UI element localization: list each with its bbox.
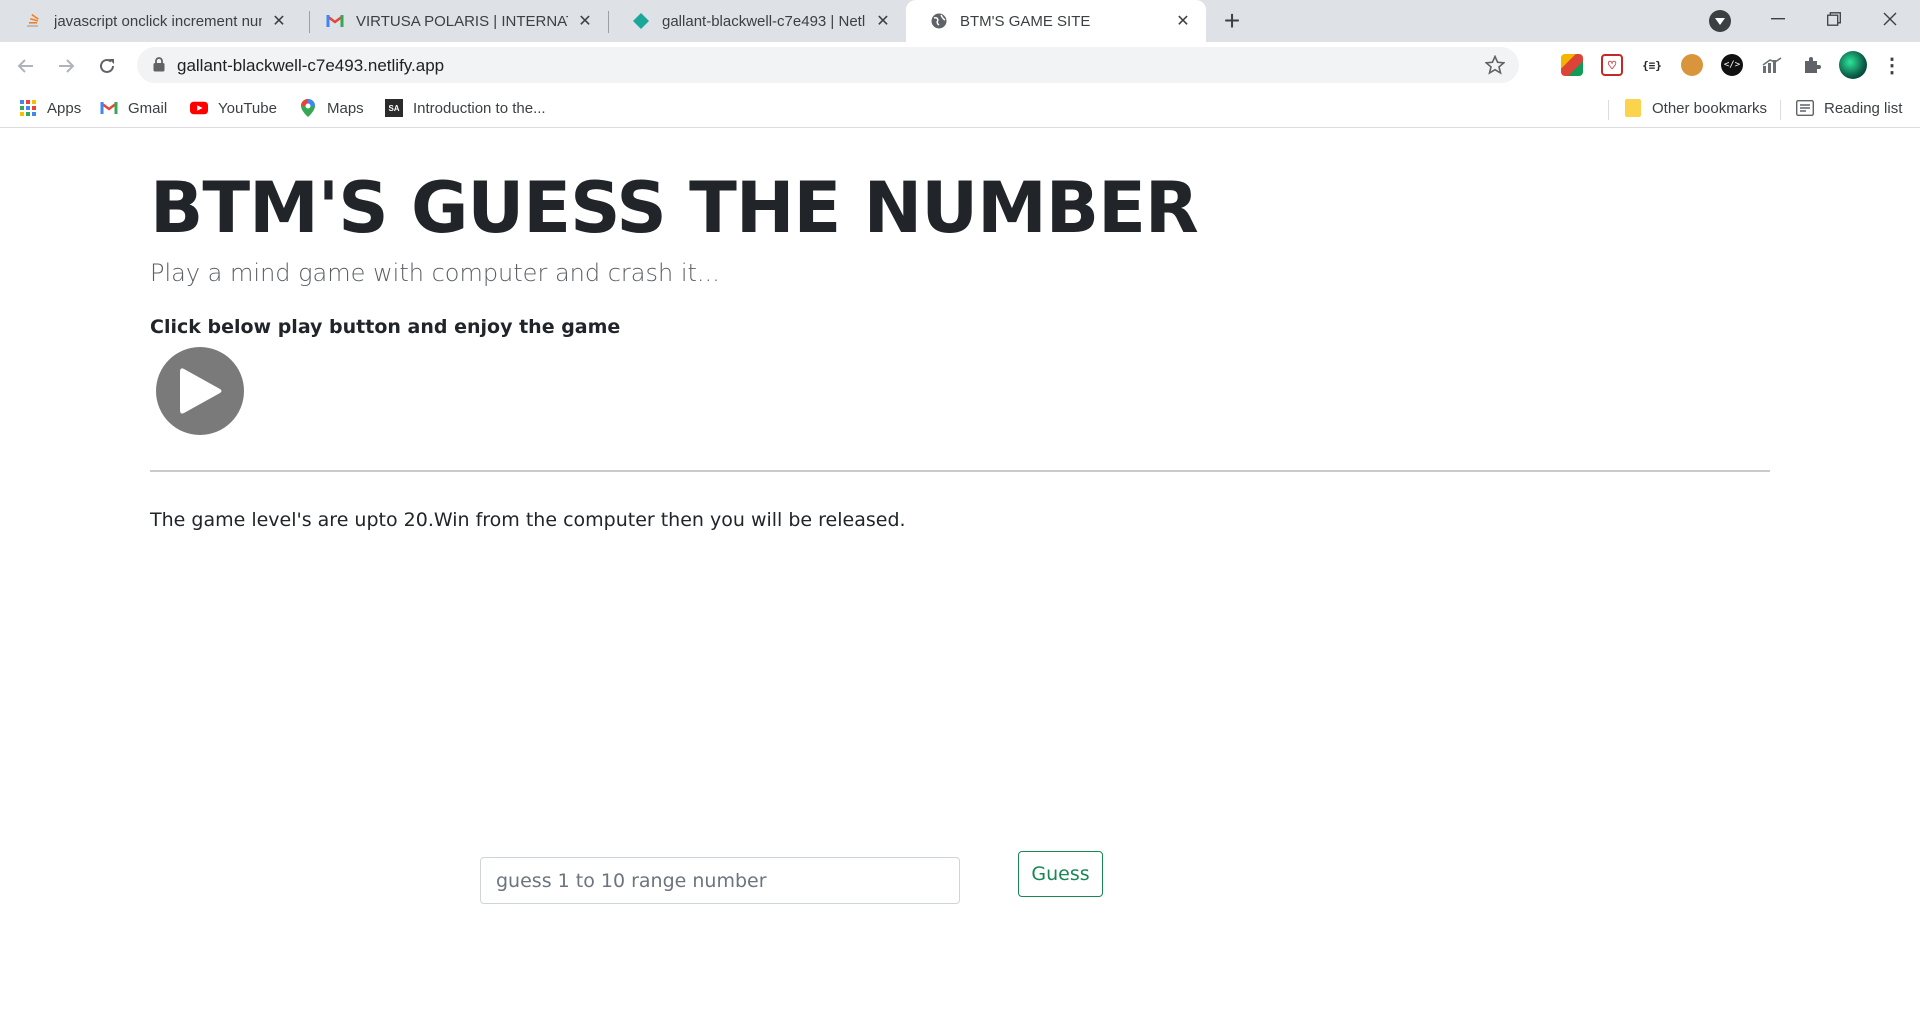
profile-avatar[interactable]: [1839, 51, 1867, 79]
close-icon[interactable]: ✕: [270, 12, 288, 30]
cookie-icon[interactable]: [1681, 54, 1703, 76]
sa-icon: SA: [385, 99, 403, 117]
gmail-icon: [326, 12, 344, 30]
divider: [150, 470, 1770, 472]
url-text: gallant-blackwell-c7e493.netlify.app: [177, 56, 445, 75]
bookmark-label: Gmail: [128, 99, 168, 117]
browser-toolbar: gallant-blackwell-c7e493.netlify.app ♡ {…: [0, 42, 1920, 88]
bookmark-gmail[interactable]: Gmail: [100, 96, 167, 120]
bookmark-label: Reading list: [1824, 99, 1903, 117]
bookmark-youtube[interactable]: YouTube: [190, 96, 277, 120]
extensions-puzzle-icon[interactable]: [1801, 54, 1823, 76]
close-icon[interactable]: ✕: [874, 12, 892, 30]
bookmark-maps[interactable]: Maps: [299, 96, 364, 120]
new-tab-button[interactable]: +: [1218, 7, 1246, 36]
tab-strip: javascript onclick increment num ✕ VIRTU…: [0, 0, 1920, 42]
guess-input[interactable]: [480, 857, 960, 904]
stackoverflow-icon: [24, 12, 42, 30]
gmail-icon: [100, 99, 118, 117]
star-icon[interactable]: [1484, 54, 1506, 80]
tab-title: javascript onclick increment num: [54, 12, 262, 30]
tab-search-button[interactable]: [1709, 10, 1731, 32]
minimize-icon: [1771, 18, 1785, 20]
bookmarks-bar: Apps Gmail YouTube Maps SA Introduction …: [0, 88, 1920, 128]
bookmark-label: YouTube: [218, 99, 277, 117]
play-button[interactable]: [156, 347, 244, 435]
bookmark-apps[interactable]: Apps: [19, 96, 81, 120]
arrow-right-icon: [59, 59, 75, 73]
bookmark-label: Introduction to the...: [413, 99, 546, 117]
reading-list-button[interactable]: Reading list: [1796, 96, 1902, 120]
code-icon[interactable]: </>: [1721, 54, 1743, 76]
more-menu-icon[interactable]: ⋮: [1881, 54, 1903, 77]
tab-title: VIRTUSA POLARIS | INTERNATIONAL: [356, 12, 568, 30]
tab-gmail[interactable]: VIRTUSA POLARIS | INTERNATIONAL ✕: [302, 0, 608, 42]
tab-title: BTM'S GAME SITE: [960, 12, 1091, 30]
json-formatter-icon[interactable]: {≡}: [1641, 54, 1663, 76]
bookmark-other-bookmarks[interactable]: Other bookmarks: [1624, 96, 1767, 120]
tab-netlify[interactable]: gallant-blackwell-c7e493 | Netlify ✕: [608, 0, 906, 42]
guess-button[interactable]: Guess: [1018, 851, 1103, 897]
page-content: BTM'S GUESS THE NUMBER Play a mind game …: [0, 129, 1920, 1030]
close-window-button[interactable]: [1862, 0, 1918, 38]
netlify-icon: [632, 12, 650, 30]
back-button[interactable]: [10, 50, 42, 82]
extension-colorful-icon[interactable]: [1561, 54, 1583, 76]
bookmark-divider: [1780, 100, 1781, 120]
game-info-text: The game level's are upto 20.Win from th…: [150, 509, 906, 531]
close-icon[interactable]: ✕: [1174, 12, 1192, 30]
analytics-icon[interactable]: [1761, 54, 1783, 76]
minimize-button[interactable]: [1750, 0, 1806, 38]
pocket-icon[interactable]: ♡: [1601, 54, 1623, 76]
play-instruction: Click below play button and enjoy the ga…: [150, 316, 621, 338]
lock-icon[interactable]: [153, 57, 165, 77]
bookmark-introduction[interactable]: SA Introduction to the...: [385, 96, 546, 120]
tab-btm-game-site[interactable]: BTM'S GAME SITE ✕: [906, 0, 1206, 42]
reading-list-icon: [1796, 99, 1814, 117]
maps-pin-icon: [299, 99, 317, 117]
close-icon: [1883, 12, 1897, 26]
restore-icon: [1827, 12, 1841, 26]
globe-icon: [930, 12, 948, 30]
folder-icon: [1624, 99, 1642, 117]
bookmark-label: Apps: [47, 99, 82, 117]
tab-title: gallant-blackwell-c7e493 | Netlify: [662, 12, 866, 30]
chevron-down-icon: [1715, 17, 1725, 25]
play-icon: [180, 368, 222, 414]
page-subtitle: Play a mind game with computer and crash…: [150, 259, 720, 287]
tab-stackoverflow[interactable]: javascript onclick increment num ✕: [0, 0, 302, 42]
apps-grid-icon: [19, 99, 37, 117]
arrow-left-icon: [17, 59, 33, 73]
forward-button[interactable]: [50, 50, 82, 82]
youtube-icon: [190, 99, 208, 117]
close-icon[interactable]: ✕: [576, 12, 594, 30]
bookmark-divider: [1608, 100, 1609, 120]
bookmark-label: Maps: [327, 99, 364, 117]
address-bar[interactable]: gallant-blackwell-c7e493.netlify.app: [137, 47, 1519, 83]
bookmark-label: Other bookmarks: [1652, 99, 1768, 117]
page-title: BTM'S GUESS THE NUMBER: [150, 167, 1199, 249]
reload-button[interactable]: [91, 50, 123, 82]
restore-button[interactable]: [1806, 0, 1862, 38]
reload-icon: [100, 58, 114, 73]
